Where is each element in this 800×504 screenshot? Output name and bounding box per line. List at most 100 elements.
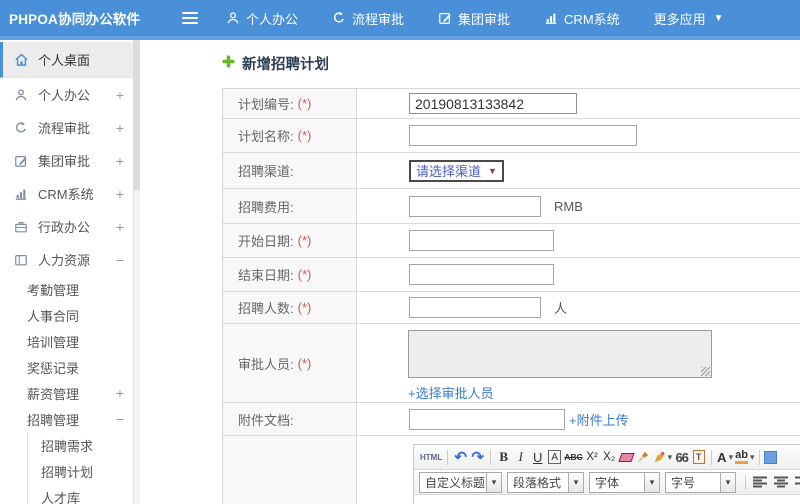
redo-icon[interactable]: ↷ [469,447,486,467]
font-color-button[interactable]: A ▾ [716,447,734,467]
field-label: 审批人员: (*) [223,324,357,402]
italic-button[interactable]: I [512,447,529,467]
format-brush-icon[interactable] [635,447,652,467]
sidebar-item-label: 人力资源 [38,253,91,268]
insert-image-icon[interactable] [764,450,778,464]
topmenu-more-apps[interactable]: 更多应用 ▼ [654,9,724,28]
sidebar-item-hr-contract[interactable]: 人事合同 [0,302,140,328]
align-right-icon[interactable] [795,476,800,489]
form-row-attachment: 附件文档: +附件上传 [223,403,800,436]
sidebar-item-personal-office[interactable]: 个人办公 + [0,78,140,111]
book-icon [14,253,30,267]
font-size-dropdown[interactable]: 字号 ▾ [665,471,736,493]
sidebar-item-label: 流程审批 [38,121,91,136]
hamburger-menu-icon[interactable] [182,12,198,24]
sidebar-item-label: 培训管理 [27,334,80,350]
resize-grip-icon[interactable] [701,367,710,376]
paragraph-format-dropdown[interactable]: 段落格式 ▾ [507,471,584,493]
sidebar-item-label: 人才库 [41,490,81,504]
recruit-plan-form: 计划编号: (*) 计划名称: (*) [222,88,800,504]
plan-no-input[interactable] [409,93,577,114]
sidebar-item-admin-office[interactable]: 行政办公 + [0,210,140,243]
topmenu-workflow-approval[interactable]: 流程审批 [332,9,404,28]
user-icon [226,11,240,25]
main-content: 新增招聘计划 计划编号: (*) 计划名称: (*) [140,40,800,504]
blockquote-button[interactable]: 66 [673,447,690,467]
expand-plus-icon[interactable]: + [116,385,124,401]
sidebar-item-crm[interactable]: CRM系统 + [0,177,140,210]
chevron-down-icon: ▾ [721,471,736,493]
bold-button[interactable]: B [495,447,512,467]
topmenu-group-approval[interactable]: 集团审批 [438,9,510,28]
choose-approver-link[interactable]: +选择审批人员 [408,383,494,402]
collapse-minus-icon[interactable]: − [116,252,124,268]
undo-icon[interactable]: ↶ [452,447,469,467]
channel-select[interactable]: 请选择渠道 ▼ [409,159,504,182]
subscript-button[interactable]: X₂ [601,447,618,467]
editor-toolbar-row-1: HTML ↶ ↷ B I U A ABC X² X₂ ▾ 66 T A ▾ ab… [414,445,800,470]
custom-title-dropdown[interactable]: 自定义标题 ▾ [419,471,502,493]
topmenu-crm-system[interactable]: CRM系统 [544,9,620,28]
topmenu-personal-office[interactable]: 个人办公 [226,9,298,28]
align-left-icon[interactable] [753,476,768,489]
font-family-dropdown[interactable]: 字体 ▾ [589,471,660,493]
cost-input[interactable] [409,195,541,217]
expand-plus-icon[interactable]: + [116,219,124,235]
form-row-editor: HTML ↶ ↷ B I U A ABC X² X₂ ▾ 66 T A ▾ ab… [223,436,800,504]
chart-icon [544,11,558,25]
attachment-upload-link[interactable]: +附件上传 [569,410,629,429]
sidebar-item-desktop[interactable]: 个人桌面 [0,42,140,78]
expand-plus-icon[interactable]: + [116,186,124,202]
sidebar-item-recruit-mgmt[interactable]: 招聘管理 − [0,406,140,432]
topmenu-label: 集团审批 [458,11,511,27]
required-mark: (*) [297,128,312,143]
attachment-input[interactable] [409,408,565,430]
expand-plus-icon[interactable]: + [116,87,124,103]
sidebar-item-rewards[interactable]: 奖惩记录 [0,354,140,380]
sidebar-item-label: 人事合同 [27,308,80,324]
form-row-end-date: 结束日期: (*) [223,258,800,292]
topmenu-label: CRM系统 [564,11,620,27]
strikethrough-button[interactable]: ABC [563,447,583,467]
sidebar-item-salary[interactable]: 薪资管理 + [0,380,140,406]
sidebar-item-label: 集团审批 [38,154,91,169]
sidebar-item-recruit-demand[interactable]: 招聘需求 [28,432,140,458]
sidebar-scrollbar-thumb[interactable] [133,40,140,190]
sidebar-item-recruit-plan[interactable]: 招聘计划 [28,458,140,484]
topmenu-label: 更多应用 [653,11,706,27]
superscript-button[interactable]: X² [584,447,601,467]
sidebar-item-group-approval[interactable]: 集团审批 + [0,144,140,177]
headcount-input[interactable] [409,297,541,318]
approver-textarea[interactable] [408,330,712,378]
sidebar-item-workflow-approval[interactable]: 流程审批 + [0,111,140,144]
source-html-button[interactable]: HTML [419,447,443,467]
start-date-input[interactable] [409,230,554,251]
highlight-color-button[interactable]: ab ▾ [734,447,755,467]
headcount-unit: 人 [554,301,568,316]
autotypeset-button[interactable]: A [548,450,562,464]
form-row-cost: 招聘费用: RMB [223,189,800,224]
sidebar-item-training[interactable]: 培训管理 [0,328,140,354]
sidebar-item-talent-pool[interactable]: 人才库 [28,484,140,504]
underline-button[interactable]: U [529,447,546,467]
paste-clipboard-icon[interactable]: T [692,450,705,464]
sidebar-item-label: 招聘管理 [27,412,80,428]
expand-plus-icon[interactable]: + [116,153,124,169]
topmenu-label: 流程审批 [352,11,405,27]
collapse-minus-icon[interactable]: − [116,411,124,427]
sidebar-scrollbar[interactable] [133,40,140,504]
align-center-icon[interactable] [774,476,789,489]
sidebar-item-attendance[interactable]: 考勤管理 [0,276,140,302]
format-eraser-icon[interactable] [618,452,635,462]
plan-name-input[interactable] [409,125,637,146]
sidebar-item-label: 个人办公 [38,88,91,103]
editor-content-area[interactable] [414,495,800,504]
sidebar-item-hr[interactable]: 人力资源 − [0,243,140,276]
form-row-headcount: 招聘人数: (*) 人 [223,292,800,324]
expand-plus-icon[interactable]: + [116,120,124,136]
end-date-input[interactable] [409,264,554,285]
cost-unit: RMB [554,198,583,214]
form-row-approver: 审批人员: (*) +选择审批人员 [223,324,800,403]
color-pen-icon[interactable]: ▾ [652,447,674,467]
sidebar-item-label: 薪资管理 [27,386,80,402]
